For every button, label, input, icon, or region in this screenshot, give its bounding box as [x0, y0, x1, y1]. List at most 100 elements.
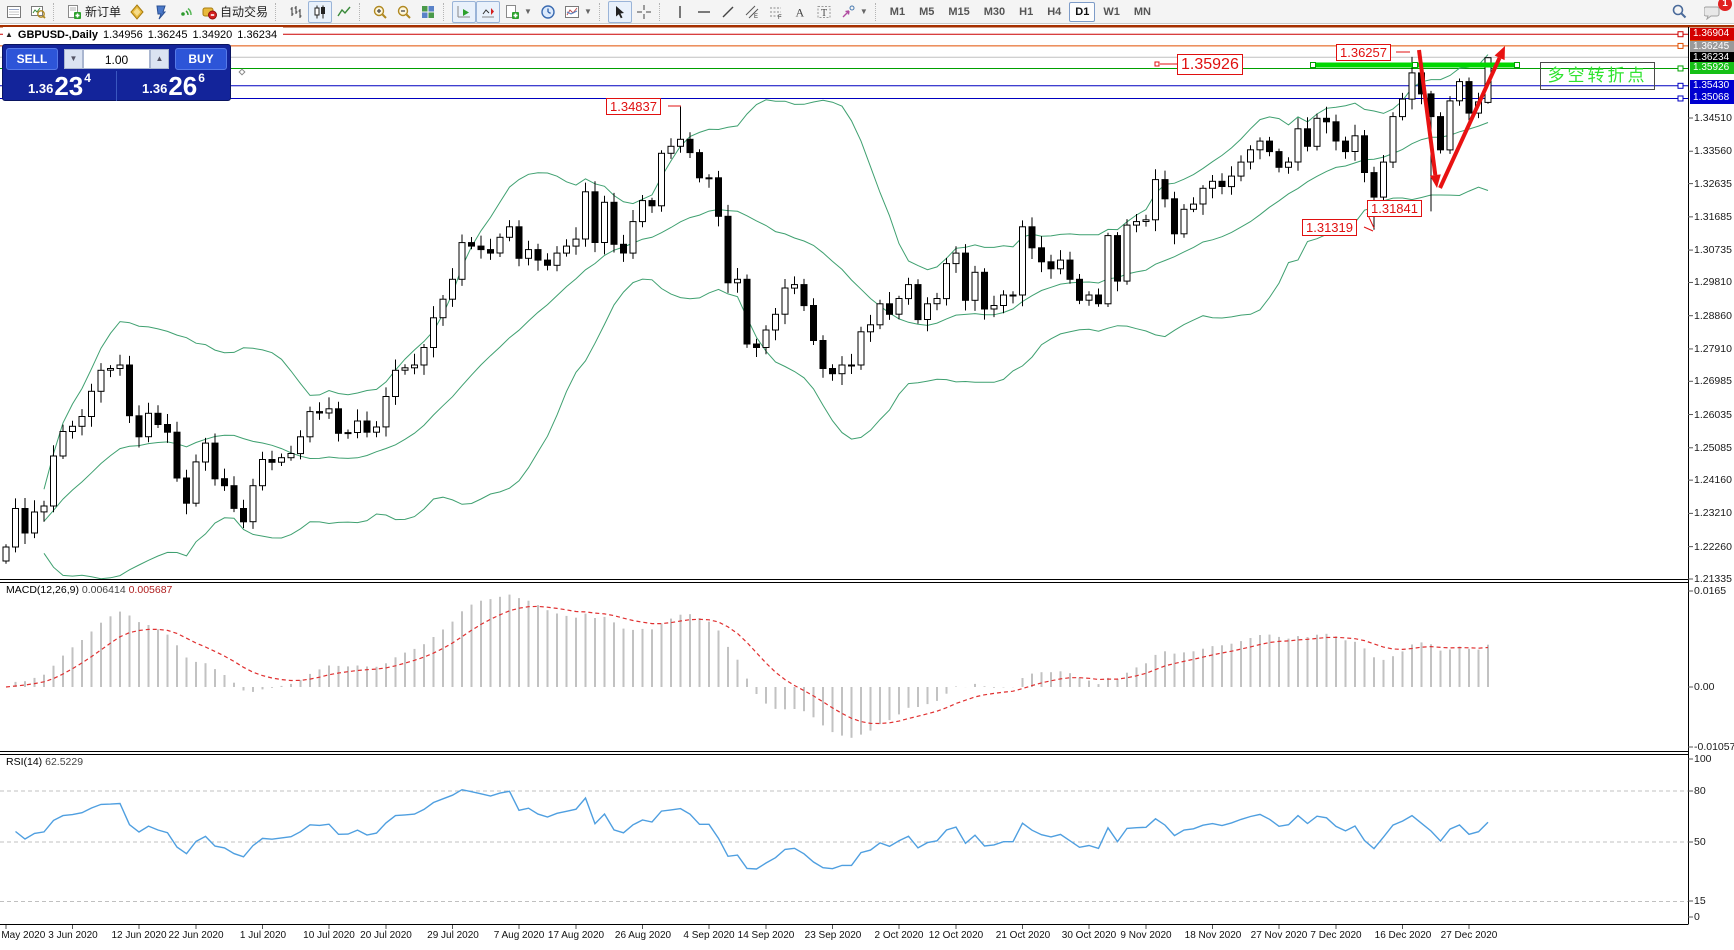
- date-tick: 10 Jul 2020: [303, 930, 355, 941]
- notification-badge: 1: [1718, 0, 1732, 11]
- volume-increase-button[interactable]: ▲: [150, 49, 169, 69]
- strategy-tester-icon[interactable]: [26, 1, 50, 23]
- segment-anchor[interactable]: [1413, 63, 1418, 68]
- date-tick: 27 Dec 2020: [1441, 930, 1498, 941]
- date-tick: 17 Aug 2020: [548, 930, 604, 941]
- bar-chart-type-icon[interactable]: [284, 1, 308, 23]
- date-tick: 26 Aug 2020: [615, 930, 671, 941]
- segment-anchor[interactable]: [1515, 63, 1520, 68]
- timeframe-m1[interactable]: M1: [884, 2, 911, 22]
- data-window-icon[interactable]: [2, 1, 26, 23]
- text-label-tool-icon[interactable]: T: [812, 1, 836, 23]
- candlesticks: [3, 57, 1491, 564]
- price-annotation-1.31319[interactable]: 1.31319: [1302, 219, 1357, 236]
- crosshair-tool-icon[interactable]: [632, 1, 656, 23]
- auto-scroll-icon[interactable]: [452, 1, 476, 23]
- chevron-down-icon: ▼: [584, 7, 592, 16]
- turning-point-label[interactable]: 多空转折点: [1540, 62, 1655, 90]
- collapse-panel-icon[interactable]: ▲: [5, 30, 13, 39]
- timeframe-m30[interactable]: M30: [978, 2, 1011, 22]
- date-tick: 22 Jun 2020: [168, 930, 223, 941]
- cursor-tool-icon[interactable]: [608, 1, 632, 23]
- metaeditor-icon[interactable]: [125, 1, 149, 23]
- price-annotation-1.34837[interactable]: 1.34837: [606, 98, 661, 115]
- channel-tool-icon[interactable]: E: [740, 1, 764, 23]
- price-annotation-1.35926[interactable]: 1.35926: [1177, 54, 1243, 75]
- price-tick: 1.29810: [1694, 276, 1732, 288]
- new-order-label: 新订单: [85, 3, 121, 20]
- trendline-tool-icon[interactable]: [716, 1, 740, 23]
- timeframe-h4[interactable]: H4: [1041, 2, 1067, 22]
- buy-price[interactable]: 1.36 26 6: [117, 71, 230, 101]
- price-tick: 1.27910: [1694, 343, 1732, 355]
- date-tick: 1 Jul 2020: [240, 930, 286, 941]
- text-tool-icon[interactable]: A: [788, 1, 812, 23]
- ohlc-low: 1.34920: [193, 29, 233, 41]
- date-tick: 3 Jun 2020: [48, 930, 98, 941]
- svg-text:F: F: [778, 15, 782, 20]
- chart-canvas[interactable]: [0, 0, 1734, 950]
- date-tick: 23 Sep 2020: [805, 930, 862, 941]
- signals-icon[interactable]: [173, 1, 197, 23]
- price-annotation-1.31841[interactable]: 1.31841: [1367, 200, 1422, 217]
- timeframe-d1[interactable]: D1: [1069, 2, 1095, 22]
- horizontal-line-tool-icon[interactable]: [692, 1, 716, 23]
- bollinger-lower-band: [44, 187, 1488, 579]
- price-tick: 1.31685: [1694, 211, 1732, 223]
- new-chart-button[interactable]: ▼: [500, 1, 536, 23]
- search-icon[interactable]: [1667, 0, 1692, 23]
- fibonacci-tool-icon[interactable]: F: [764, 1, 788, 23]
- zoom-out-icon[interactable]: [392, 1, 416, 23]
- toolbar-separator: [875, 3, 881, 21]
- notifications-button[interactable]: 1: [1700, 1, 1726, 23]
- price-tick: 1.24160: [1694, 474, 1732, 486]
- segment-anchor[interactable]: [1311, 63, 1316, 68]
- bollinger-upper-band: [44, 55, 1488, 490]
- price-marker-1.35926: 1.35926: [1690, 62, 1734, 74]
- date-tick: 7 Aug 2020: [494, 930, 545, 941]
- period-clock-icon[interactable]: [536, 1, 560, 23]
- buy-button[interactable]: BUY: [175, 48, 227, 70]
- line-chart-type-icon[interactable]: [332, 1, 356, 23]
- arrows-tool-icon[interactable]: ▼: [836, 1, 872, 23]
- date-tick: 14 Sep 2020: [738, 930, 795, 941]
- line-anchor[interactable]: [1678, 66, 1683, 71]
- candlestick-chart-type-icon[interactable]: [308, 1, 332, 23]
- ohlc-bid: 1.36234: [237, 29, 277, 41]
- line-anchor[interactable]: [1678, 32, 1683, 37]
- timeframe-m5[interactable]: M5: [913, 2, 940, 22]
- terminal-icon[interactable]: [149, 1, 173, 23]
- chart-shift-icon[interactable]: [476, 1, 500, 23]
- line-anchor[interactable]: [1678, 43, 1683, 48]
- label-anchor[interactable]: [1155, 62, 1159, 66]
- chart-profile-icon[interactable]: ▼: [560, 1, 596, 23]
- line-anchor[interactable]: [1678, 83, 1683, 88]
- timeframe-w1[interactable]: W1: [1097, 2, 1126, 22]
- vertical-line-tool-icon[interactable]: [668, 1, 692, 23]
- object-anchor[interactable]: [239, 69, 245, 75]
- date-tick: 2 Oct 2020: [875, 930, 924, 941]
- line-anchor[interactable]: [1678, 96, 1683, 101]
- price-annotation-1.36257[interactable]: 1.36257: [1336, 44, 1391, 61]
- volume-input[interactable]: 1.00: [83, 49, 150, 69]
- price-tick: 1.30735: [1694, 244, 1732, 256]
- volume-decrease-button[interactable]: ▼: [64, 49, 83, 69]
- sell-button[interactable]: SELL: [6, 48, 58, 70]
- timeframe-m15[interactable]: M15: [942, 2, 975, 22]
- macd-histogram: [6, 595, 1488, 738]
- new-order-button[interactable]: 新订单: [62, 0, 125, 23]
- rsi-indicator-label: RSI(14) 62.5229: [6, 756, 83, 768]
- price-tick: 1.21335: [1694, 573, 1732, 585]
- zoom-in-icon[interactable]: [368, 1, 392, 23]
- price-marker-1.36904: 1.36904: [1690, 28, 1734, 40]
- rsi-tick: 0: [1694, 911, 1700, 923]
- macd-signal-line: [6, 606, 1488, 723]
- ohlc-high: 1.36245: [148, 29, 188, 41]
- autotrading-button[interactable]: 自动交易: [197, 0, 272, 23]
- timeframe-h1[interactable]: H1: [1013, 2, 1039, 22]
- timeframe-mn[interactable]: MN: [1128, 2, 1157, 22]
- sell-price[interactable]: 1.36 23 4: [3, 71, 117, 101]
- main-toolbar: 新订单 自动交易 ▼ ▼ E F A T ▼ M1M5M15M30H1H4D1W…: [0, 0, 1734, 24]
- tile-windows-icon[interactable]: [416, 1, 440, 23]
- rsi-line: [16, 790, 1489, 869]
